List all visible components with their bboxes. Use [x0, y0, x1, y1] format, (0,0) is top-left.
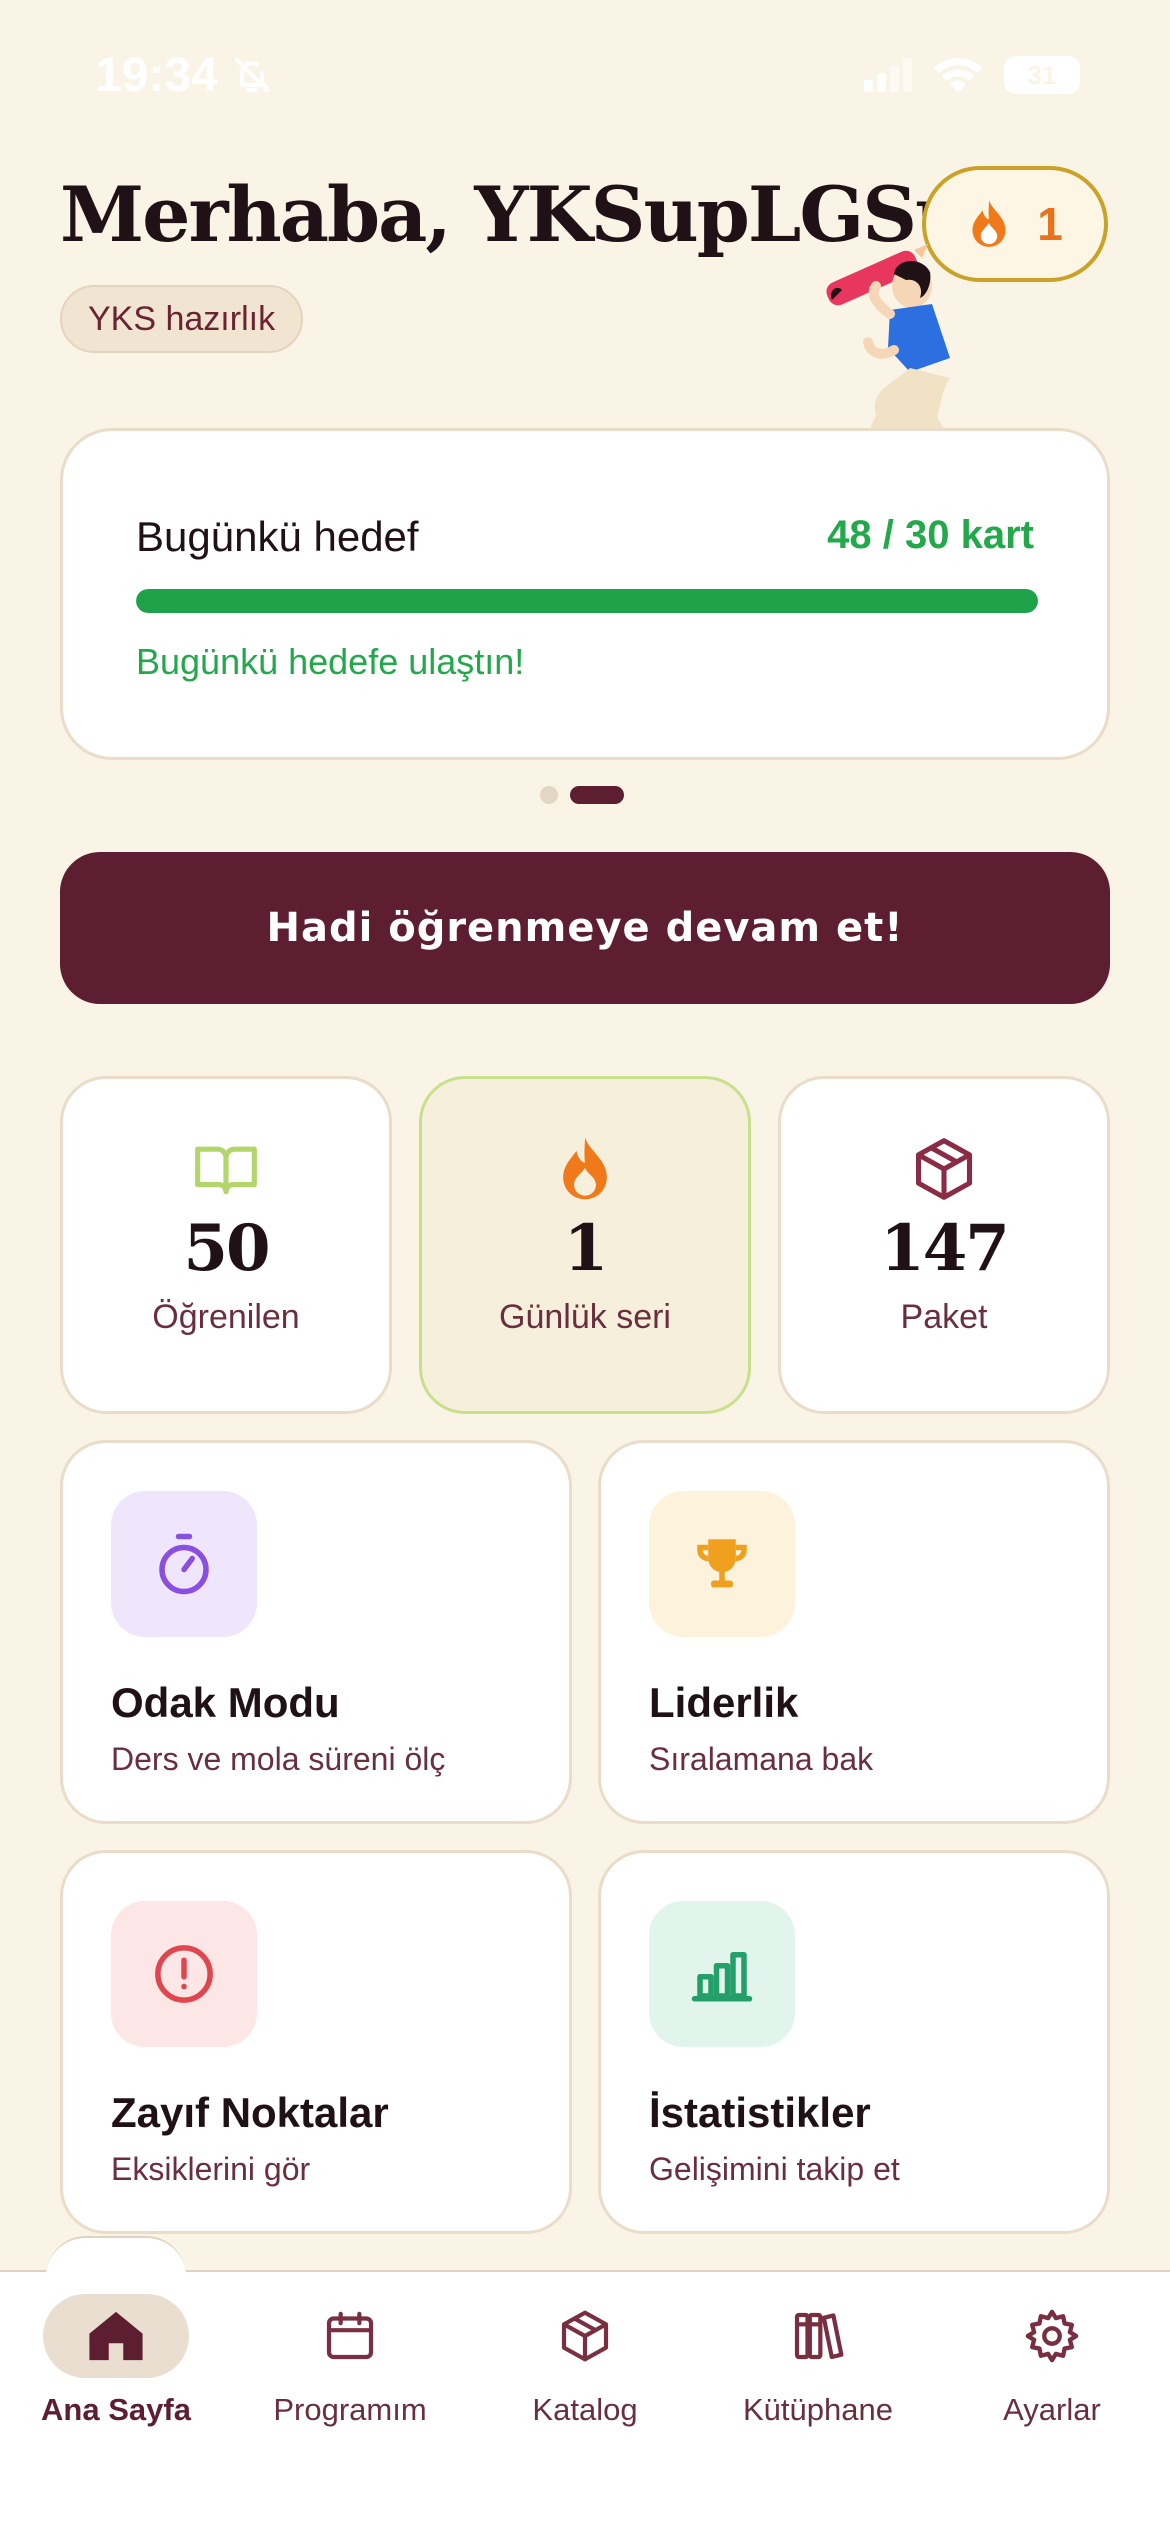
nav-item-settings[interactable]: Ayarlar: [942, 2294, 1162, 2454]
nav-icon-wrap: [979, 2294, 1125, 2378]
stat-card-learned[interactable]: 50 Öğrenilen: [60, 1076, 392, 1414]
feature-card-weak-points[interactable]: Zayıf Noktalar Eksiklerini gör: [60, 1850, 572, 2234]
bottom-navigation: Ana Sayfa Programım Katalog Kütüphane Ay…: [0, 2236, 1170, 2532]
status-bar: 19:34 31: [0, 0, 1170, 150]
signal-icon: [864, 58, 912, 92]
stat-card-streak[interactable]: 1 Günlük seri: [419, 1076, 751, 1414]
nav-item-catalog[interactable]: Katalog: [475, 2294, 695, 2454]
feature-subtitle: Ders ve mola süreni ölç: [111, 1741, 446, 1777]
nav-item-program[interactable]: Programım: [240, 2294, 460, 2454]
nav-icon-wrap: [512, 2294, 658, 2378]
continue-learning-button[interactable]: Hadi öğrenmeye devam et!: [60, 852, 1110, 1004]
package-icon: [561, 2310, 609, 2362]
stat-value: 147: [880, 1211, 1010, 1286]
goal-progress-fill: [136, 589, 1038, 613]
streak-count: 1: [1037, 198, 1063, 250]
books-icon: [794, 2312, 844, 2360]
goal-value: 48 / 30 kart: [827, 513, 1034, 557]
nav-icon-wrap: [745, 2294, 891, 2378]
feature-card-focus-mode[interactable]: Odak Modu Ders ve mola süreni ölç: [60, 1440, 572, 1824]
flame-icon: [563, 1137, 607, 1200]
pager-dot[interactable]: [540, 786, 558, 804]
feature-icon-bg: [111, 1901, 257, 2047]
feature-title: Liderlik: [649, 1679, 799, 1726]
nav-label: Ayarlar: [1003, 2392, 1101, 2427]
nav-label: Programım: [273, 2392, 427, 2427]
goal-progress-bar: [136, 589, 1038, 613]
stat-label: Paket: [900, 1298, 988, 1336]
feature-card-statistics[interactable]: İstatistikler Gelişimini takip et: [598, 1850, 1110, 2234]
goal-message: Bugünkü hedefe ulaştın!: [136, 641, 525, 682]
feature-icon-bg: [111, 1491, 257, 1637]
status-time-text: 19:34: [95, 48, 218, 102]
battery-indicator: 31: [1004, 56, 1080, 94]
feature-subtitle: Gelişimini takip et: [649, 2151, 900, 2187]
feature-card-leaderboard[interactable]: Liderlik Sıralamana bak: [598, 1440, 1110, 1824]
pager-dot-active[interactable]: [570, 786, 624, 804]
feature-title: Zayıf Noktalar: [111, 2089, 389, 2136]
feature-title: İstatistikler: [649, 2089, 871, 2136]
nav-label: Katalog: [532, 2392, 638, 2427]
status-icons: 31: [864, 56, 1080, 94]
daily-goal-card[interactable]: Bugünkü hedef 48 / 30 kart Bugünkü hedef…: [60, 428, 1110, 760]
nav-label: Ana Sayfa: [41, 2392, 191, 2427]
nav-indicator-bump: [46, 2236, 186, 2276]
feature-icon-bg: [649, 1901, 795, 2047]
book-icon: [195, 1146, 257, 1195]
profile-tag[interactable]: YKS hazırlık: [60, 285, 304, 353]
nav-icon-wrap: [277, 2294, 423, 2378]
stat-value: 1: [563, 1211, 609, 1286]
stat-label: Günlük seri: [499, 1298, 671, 1336]
feature-title: Odak Modu: [111, 1679, 340, 1726]
status-time: 19:34: [95, 48, 272, 103]
package-icon: [915, 1138, 973, 1200]
nav-item-library[interactable]: Kütüphane: [708, 2294, 928, 2454]
stat-label: Öğrenilen: [152, 1298, 300, 1336]
home-icon: [89, 2311, 143, 2361]
stat-value: 50: [183, 1211, 270, 1286]
nav-label: Kütüphane: [743, 2392, 893, 2427]
timer-icon: [159, 1533, 209, 1595]
bell-muted-icon: [234, 58, 269, 92]
alert-icon: [155, 1945, 213, 2003]
feature-icon-bg: [649, 1491, 795, 1637]
nav-item-home[interactable]: Ana Sayfa: [6, 2294, 226, 2454]
wifi-icon: [934, 58, 982, 93]
bar-chart-icon: [691, 1952, 753, 2002]
nav-icon-highlight: [43, 2294, 189, 2378]
goal-label: Bugünkü hedef: [136, 513, 419, 560]
calendar-icon: [326, 2311, 374, 2360]
gear-icon: [1025, 2309, 1079, 2363]
feature-subtitle: Eksiklerini gör: [111, 2151, 311, 2187]
feature-subtitle: Sıralamana bak: [649, 1741, 874, 1777]
stat-card-packages[interactable]: 147 Paket: [778, 1076, 1110, 1414]
carousel-pager[interactable]: [540, 786, 624, 804]
trophy-icon: [697, 1539, 747, 1588]
flame-icon: [972, 200, 1006, 247]
